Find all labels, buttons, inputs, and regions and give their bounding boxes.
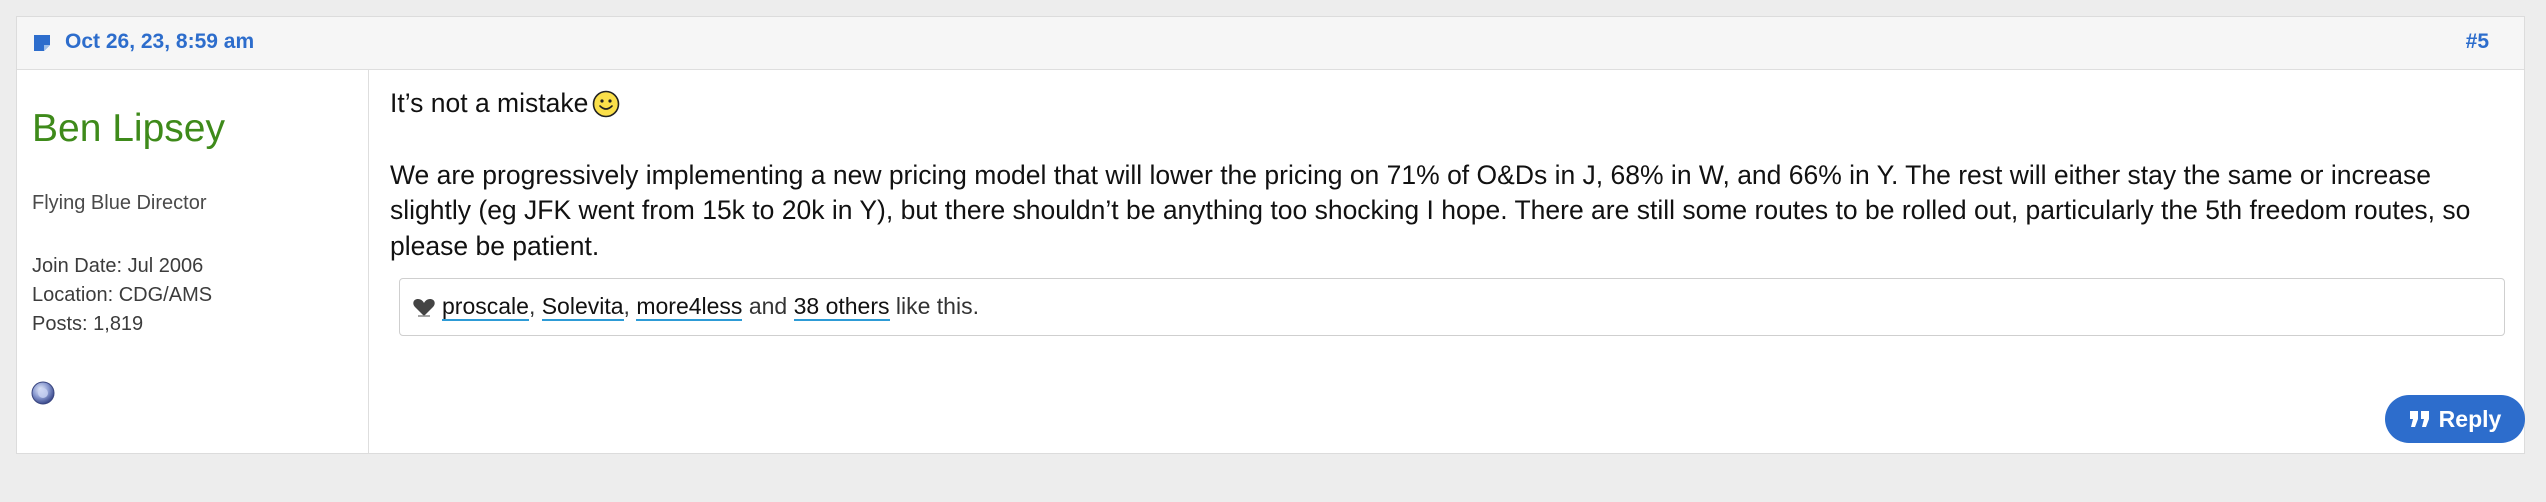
user-stats: Join Date: Jul 2006 Location: CDG/AMS Po… [32,252,212,339]
post-icon [34,35,50,51]
like-user-link[interactable]: more4less [636,293,743,321]
message-paragraph-2: We are progressively implementing a new … [390,159,2471,261]
post-content: It’s not a mistake We are progressively … [369,69,2524,453]
post-message: It’s not a mistake We are progressively … [390,86,2510,264]
like-user-link[interactable]: Solevita [541,293,624,321]
smiley-icon [593,90,620,118]
user-join-date: Join Date: Jul 2006 [32,255,204,277]
user-post-count: Posts: 1,819 [32,313,144,335]
reply-button[interactable]: Reply [2385,395,2525,443]
forum-post: Oct 26, 23, 8:59 am #5 Ben Lipsey Flying… [16,16,2525,454]
post-number-link[interactable]: #5 [2466,30,2489,54]
user-title: Flying Blue Director [32,192,207,214]
message-line-1: It’s not a mistake [390,86,2510,122]
likes-box: proscale, Solevita, more4less and 38 oth… [399,278,2505,336]
like-others-link[interactable]: 38 others [793,293,890,321]
post-header: Oct 26, 23, 8:59 am #5 [17,17,2524,70]
reply-label: Reply [2438,405,2502,432]
like-user-link[interactable]: proscale [442,293,529,321]
quote-icon [2409,411,2429,427]
online-status-icon [31,381,55,405]
heart-icon [413,299,435,317]
user-location: Location: CDG/AMS [32,284,213,306]
username-link[interactable]: Ben Lipsey [32,107,225,151]
user-info-panel: Ben Lipsey Flying Blue Director Join Dat… [17,69,369,453]
post-date: Oct 26, 23, 8:59 am [65,30,255,53]
